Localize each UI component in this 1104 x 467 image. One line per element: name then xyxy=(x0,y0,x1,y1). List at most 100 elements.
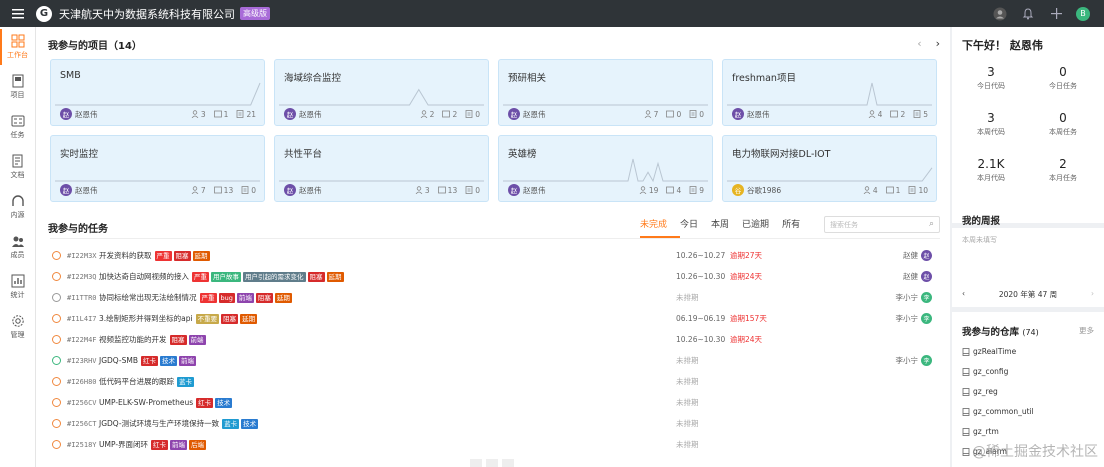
task-assignee[interactable]: 赵健赵 xyxy=(903,271,932,282)
task-row[interactable]: #I26H80 低代码平台进展的跟踪 蓝卡 未排期 xyxy=(50,371,940,392)
task-title[interactable]: UMP-ELK-SW-Prometheus xyxy=(99,398,193,407)
task-row[interactable]: #I22M3X 开发资料的获取 严重 阻塞 延期 10.26~10.27 逾期27天 赵健赵 xyxy=(50,245,940,266)
project-card[interactable]: 实时监控赵赵恩伟 7 13 0 xyxy=(50,135,265,202)
projects-prev-button[interactable]: ‹ xyxy=(917,37,921,50)
user-center-icon[interactable] xyxy=(992,6,1008,22)
project-card[interactable]: SMB 赵赵恩伟 3 1 21 xyxy=(50,59,265,126)
task-tag: 技术 xyxy=(241,418,259,429)
project-card[interactable]: 电力物联网对接DL-IOT 谷谷歌1986 4 1 10 xyxy=(722,135,937,202)
user-avatar[interactable]: B xyxy=(1076,6,1090,21)
task-row[interactable]: #I1TTR0 协同标绘常出现无法绘制情况 严重 bug 前端 阻塞 延期 未排期 李小宁李 xyxy=(50,287,940,308)
project-card[interactable]: freshman项目赵赵恩伟 4 2 5 xyxy=(722,59,937,126)
task-row[interactable]: #I22M4F 视频监控功能的开发 阻塞 前端 10.26~10.30 逾期24天 xyxy=(50,329,940,350)
task-title[interactable]: JGDQ-SMB xyxy=(99,356,138,365)
task-title[interactable]: 协同标绘常出现无法绘制情况 xyxy=(99,292,197,303)
owner-avatar[interactable]: 赵 xyxy=(60,184,72,196)
nav-item-3[interactable]: 文档 xyxy=(0,147,35,187)
stat-block[interactable]: 3 今日代码 xyxy=(958,65,1024,91)
owner-avatar[interactable]: 赵 xyxy=(60,108,72,120)
owner-avatar[interactable]: 赵 xyxy=(508,108,520,120)
task-assignee[interactable]: 李小宁李 xyxy=(896,292,932,303)
pager-dot[interactable] xyxy=(470,459,482,467)
bell-icon[interactable] xyxy=(1020,6,1036,22)
task-row[interactable]: #I23RHV JGDQ-SMB 红卡 技术 前端 未排期 李小宁李 xyxy=(50,350,940,371)
task-title[interactable]: 加快达奇自动网视频的接入 xyxy=(99,271,189,282)
tab-1[interactable]: 今日 xyxy=(680,217,698,230)
nav-item-2[interactable]: 任务 xyxy=(0,107,35,147)
nav-item-7[interactable]: 管理 xyxy=(0,307,35,347)
tab-2[interactable]: 本周 xyxy=(711,217,729,230)
task-title[interactable]: UMP-界面闭环 xyxy=(99,439,148,450)
plus-icon[interactable] xyxy=(1048,6,1064,22)
task-row[interactable]: #I1L4I7 3.绘制矩形并得到坐标的api 不重要 阻塞 延期 06.19~06.19… xyxy=(50,308,940,329)
task-status-icon[interactable] xyxy=(52,272,61,281)
assignee-avatar[interactable]: 赵 xyxy=(921,250,932,261)
task-status-icon[interactable] xyxy=(52,419,61,428)
task-status-icon[interactable] xyxy=(52,356,61,365)
task-assignee[interactable]: 李小宁李 xyxy=(896,313,932,324)
menu-icon[interactable] xyxy=(0,0,36,27)
assignee-avatar[interactable]: 李 xyxy=(921,292,932,303)
company-name[interactable]: 天津航天中为数据系统科技有限公司 xyxy=(59,6,235,22)
assignee-avatar[interactable]: 李 xyxy=(921,355,932,366)
task-title[interactable]: JGDQ-测试环境与生产环境保持一致 xyxy=(99,418,219,429)
owner-avatar[interactable]: 谷 xyxy=(732,184,744,196)
task-title[interactable]: 开发资料的获取 xyxy=(99,250,152,261)
stat-block[interactable]: 2 本月任务 xyxy=(1030,157,1096,183)
task-row[interactable]: #I22M3Q 加快达奇自动网视频的接入 严重 用户故事 用户引起的需求变化 阻塞 延期 10… xyxy=(50,266,940,287)
task-status-icon[interactable] xyxy=(52,314,61,323)
repo-item[interactable]: gz_common_util xyxy=(962,407,1034,416)
stat-block[interactable]: 0 今日任务 xyxy=(1030,65,1096,91)
project-card[interactable]: 海域综合监控赵赵恩伟 2 2 0 xyxy=(274,59,489,126)
stat-block[interactable]: 2.1K 本月代码 xyxy=(958,157,1024,183)
nav-item-1[interactable]: 项目 xyxy=(0,67,35,107)
owner-avatar[interactable]: 赵 xyxy=(508,184,520,196)
task-title[interactable]: 低代码平台进展的跟踪 xyxy=(99,376,174,387)
assignee-avatar[interactable]: 李 xyxy=(921,313,932,324)
task-status-icon[interactable] xyxy=(52,398,61,407)
repo-item[interactable]: gz_rtm xyxy=(962,427,999,436)
assignee-avatar[interactable]: 赵 xyxy=(921,271,932,282)
project-card[interactable]: 预研相关赵赵恩伟 7 0 0 xyxy=(498,59,713,126)
task-status-icon[interactable] xyxy=(52,335,61,344)
task-row[interactable]: #I256CT JGDQ-测试环境与生产环境保持一致 蓝卡 技术 未排期 xyxy=(50,413,940,434)
nav-item-6[interactable]: 统计 xyxy=(0,267,35,307)
task-title[interactable]: 视频监控功能的开发 xyxy=(99,334,167,345)
task-status-icon[interactable] xyxy=(52,440,61,449)
project-card[interactable]: 共性平台赵赵恩伟 3 13 0 xyxy=(274,135,489,202)
task-status-icon[interactable] xyxy=(52,377,61,386)
task-assignee[interactable]: 赵健赵 xyxy=(903,250,932,261)
task-status-icon[interactable] xyxy=(52,251,61,260)
stat-block[interactable]: 0 本周任务 xyxy=(1030,111,1096,137)
owner-avatar[interactable]: 赵 xyxy=(732,108,744,120)
nav-item-5[interactable]: 成员 xyxy=(0,227,35,267)
owner-avatar[interactable]: 赵 xyxy=(284,108,296,120)
stat-block[interactable]: 3 本周代码 xyxy=(958,111,1024,137)
projects-next-button[interactable]: › xyxy=(936,37,940,50)
task-search-input[interactable]: 搜索任务 ⌕ xyxy=(824,216,940,233)
repo-item[interactable]: gz_config xyxy=(962,367,1008,376)
pager-dot[interactable] xyxy=(502,459,514,467)
tab-4[interactable]: 所有 xyxy=(782,217,800,230)
project-card-footer: 谷谷歌1986 4 1 10 xyxy=(732,184,928,196)
task-title[interactable]: 3.绘制矩形并得到坐标的api xyxy=(99,313,193,324)
week-prev-button[interactable]: ‹ xyxy=(962,289,965,300)
repo-item[interactable]: gzRealTime xyxy=(962,347,1016,356)
task-assignee[interactable]: 李小宁李 xyxy=(896,355,932,366)
nav-item-0[interactable]: 工作台 xyxy=(0,27,35,67)
tab-3[interactable]: 已逾期 xyxy=(742,217,769,230)
task-row[interactable]: #I256CV UMP-ELK-SW-Prometheus 红卡 技术 未排期 xyxy=(50,392,940,413)
task-status-icon[interactable] xyxy=(52,293,61,302)
tab-0[interactable]: 未完成 xyxy=(640,217,667,230)
company-logo-icon[interactable]: G xyxy=(36,5,52,22)
repo-item[interactable]: gz_reg xyxy=(962,387,998,396)
task-row[interactable]: #I2518Y UMP-界面闭环 红卡 前端 后端 未排期 xyxy=(50,434,940,455)
owner-avatar[interactable]: 赵 xyxy=(284,184,296,196)
document-icon xyxy=(11,154,25,170)
nav-item-4[interactable]: 内源 xyxy=(0,187,35,227)
search-icon[interactable]: ⌕ xyxy=(929,219,934,229)
repos-more-link[interactable]: 更多 xyxy=(1079,325,1094,336)
pager-dot[interactable] xyxy=(486,459,498,467)
project-card[interactable]: 英雄榜赵赵恩伟 19 4 9 xyxy=(498,135,713,202)
week-next-button[interactable]: › xyxy=(1091,289,1094,300)
